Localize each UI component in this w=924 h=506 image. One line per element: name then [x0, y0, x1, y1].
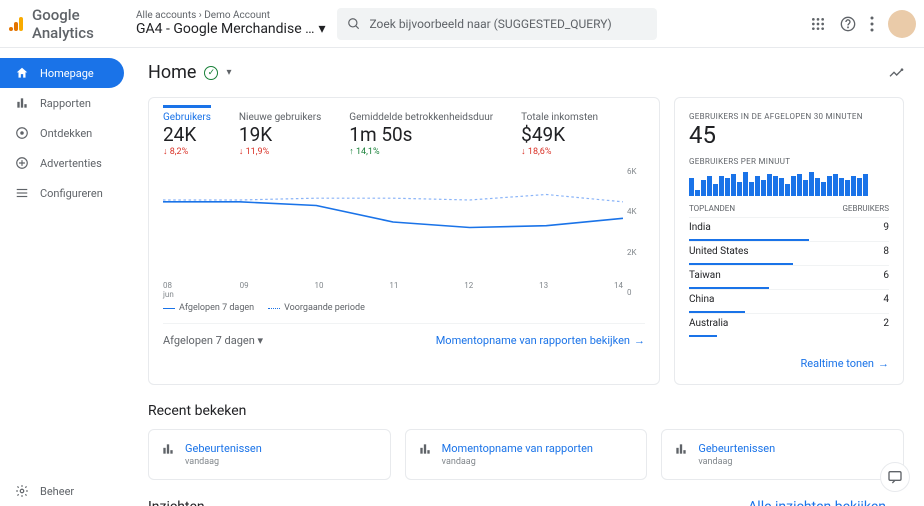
date-range-selector[interactable]: Afgelopen 7 dagen ▾	[163, 334, 263, 347]
analytics-logo-icon	[8, 15, 26, 33]
view-all-insights-link[interactable]: Alle inzichten bekijken →	[748, 498, 904, 506]
view-reports-link[interactable]: Momentopname van rapporten bekijken →	[436, 334, 645, 347]
sidebar-item-configureren[interactable]: Configureren	[0, 178, 124, 208]
sidebar-item-ontdekken[interactable]: Ontdekken	[0, 118, 124, 148]
chevron-down-icon[interactable]: ▾	[226, 67, 231, 78]
status-badge[interactable]: ✓	[204, 66, 218, 80]
metric-2[interactable]: Gemiddelde betrokkenheidsduur1m 50s↑ 14,…	[349, 112, 493, 157]
sidebar-item-advertenties[interactable]: Advertenties	[0, 148, 124, 178]
chevron-down-icon: ▾	[318, 21, 325, 37]
overview-card: Gebruikers24K↓ 8,2% Nieuwe gebruikers19K↓…	[148, 97, 660, 385]
sidebar-item-homepage[interactable]: Homepage	[0, 58, 124, 88]
users-per-minute-chart	[689, 170, 889, 196]
search-icon	[347, 17, 361, 31]
sidebar-item-label: Configureren	[40, 187, 103, 200]
report-icon	[418, 442, 432, 456]
sidebar-item-beheer[interactable]: Beheer	[0, 476, 124, 506]
search-placeholder: Zoek bijvoorbeeld naar (SUGGESTED_QUERY)	[369, 17, 611, 31]
realtime-users-value: 45	[689, 121, 889, 149]
legend-item-previous: Voorgaande periode	[268, 303, 365, 313]
apps-icon[interactable]	[810, 16, 826, 32]
table-row: Australia2	[689, 313, 889, 333]
realtime-card: GEBRUIKERS IN DE AFGELOPEN 30 MINUTEN 45…	[674, 97, 904, 385]
table-row: India9	[689, 217, 889, 237]
customize-icon[interactable]	[888, 65, 904, 81]
sidebar-item-rapporten[interactable]: Rapporten	[0, 88, 124, 118]
help-icon[interactable]	[840, 16, 856, 32]
table-row: Taiwan6	[689, 265, 889, 285]
page-title: Home	[148, 62, 196, 83]
users-per-minute-label: GEBRUIKERS PER MINUUT	[689, 157, 889, 166]
sidebar-item-label: Ontdekken	[40, 127, 92, 140]
more-icon[interactable]	[870, 16, 874, 32]
search-input[interactable]: Zoek bijvoorbeeld naar (SUGGESTED_QUERY)	[337, 8, 657, 40]
report-icon	[674, 442, 688, 456]
sidebar-item-label: Beheer	[40, 485, 74, 498]
configure-icon	[14, 186, 30, 200]
home-icon	[14, 66, 30, 80]
sidebar-item-label: Rapporten	[40, 97, 91, 110]
gear-icon	[14, 484, 30, 498]
property-selector[interactable]: Alle accounts › Demo Account GA4 - Googl…	[136, 10, 325, 37]
property-name: GA4 - Google Merchandise …	[136, 21, 314, 37]
realtime-link[interactable]: Realtime tonen →	[801, 357, 890, 370]
report-icon	[161, 442, 175, 456]
metric-3[interactable]: Totale inkomsten$49K↓ 18,6%	[521, 112, 598, 157]
line-chart: 6K4K2K0 08 jun091011121314	[163, 167, 645, 297]
explore-icon	[14, 126, 30, 140]
product-name: Google Analytics	[32, 6, 128, 42]
table-row: China4	[689, 289, 889, 309]
recent-card[interactable]: Momentopname van rapportenvandaag	[405, 429, 648, 480]
metric-0[interactable]: Gebruikers24K↓ 8,2%	[163, 105, 211, 157]
section-heading-recent: Recent bekeken	[148, 403, 904, 419]
breadcrumb: Alle accounts › Demo Account	[136, 10, 325, 21]
sidebar-item-label: Advertenties	[40, 157, 102, 170]
section-heading-insights: Inzichten	[148, 499, 205, 506]
recent-card[interactable]: Gebeurtenissenvandaag	[148, 429, 391, 480]
metric-1[interactable]: Nieuwe gebruikers19K↓ 11,9%	[239, 112, 321, 157]
table-row: United States8	[689, 241, 889, 261]
avatar[interactable]	[888, 10, 916, 38]
legend-item-current: Afgelopen 7 dagen	[163, 303, 254, 313]
realtime-users-label: GEBRUIKERS IN DE AFGELOPEN 30 MINUTEN	[689, 112, 889, 121]
product-logo[interactable]: Google Analytics	[8, 6, 128, 42]
recent-card[interactable]: Gebeurtenissenvandaag	[661, 429, 904, 480]
feedback-button[interactable]	[880, 462, 910, 492]
sidebar-item-label: Homepage	[40, 67, 94, 80]
reports-icon	[14, 96, 30, 110]
sidebar: Homepage Rapporten Ontdekken Advertentie…	[0, 48, 128, 506]
ads-icon	[14, 156, 30, 170]
